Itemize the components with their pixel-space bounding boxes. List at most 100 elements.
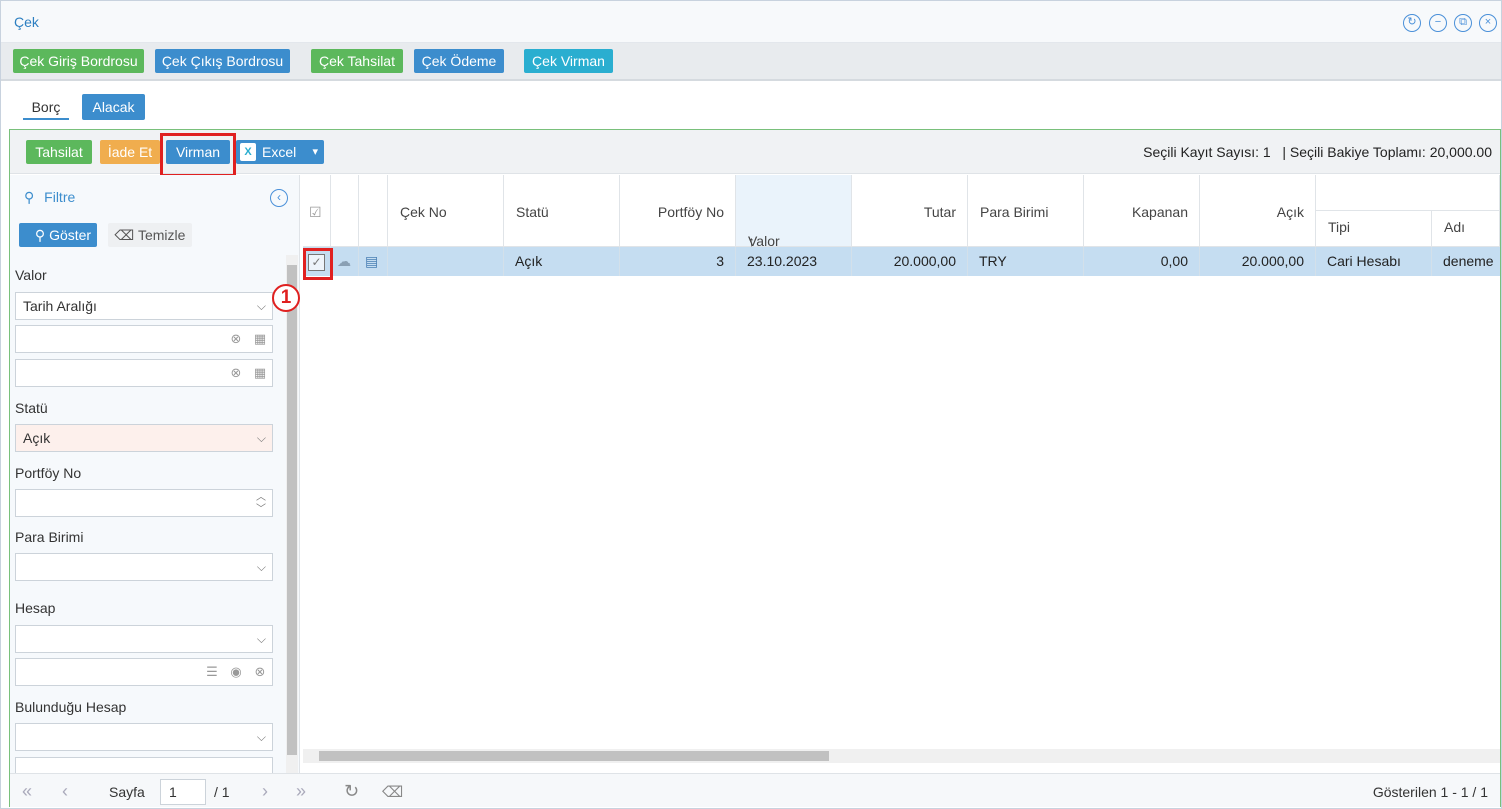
bulundugu-hesap-lookup[interactable] bbox=[15, 757, 273, 773]
cek-virman-button[interactable]: Çek Virman bbox=[524, 49, 613, 73]
close-icon[interactable]: × bbox=[1479, 14, 1497, 32]
excel-button[interactable]: X Excel ▾ bbox=[236, 140, 324, 164]
filter-scrollbar[interactable] bbox=[286, 255, 298, 773]
window-title: Çek bbox=[14, 14, 39, 30]
header-statu[interactable]: Statü bbox=[504, 175, 620, 247]
valor-end-date[interactable]: ⊗ ▦ bbox=[15, 359, 273, 387]
detail-col-header bbox=[359, 175, 388, 247]
title-bar: Çek ↻ − ⧉ × bbox=[1, 1, 1501, 43]
header-cek-no[interactable]: Çek No bbox=[388, 175, 504, 247]
valor-label: Valor bbox=[15, 267, 47, 283]
bulundugu-hesap-label: Bulunduğu Hesap bbox=[15, 699, 127, 715]
iade-et-button[interactable]: İade Et bbox=[100, 140, 160, 164]
cell-tutar: 20.000,00 bbox=[852, 247, 968, 276]
filter-title[interactable]: ⚲ Filtre bbox=[24, 189, 75, 206]
grid-horizontal-scrollbar[interactable] bbox=[303, 749, 1500, 763]
chevron-down-icon: ▾ bbox=[312, 146, 318, 158]
excel-label: Excel bbox=[262, 144, 297, 160]
refresh-icon[interactable]: ↻ bbox=[344, 781, 359, 802]
chevron-down-icon: ⌵ bbox=[256, 299, 266, 313]
header-group-hesap bbox=[1316, 175, 1500, 211]
prev-page-icon[interactable]: ‹ bbox=[62, 781, 68, 802]
cell-adi: deneme bbox=[1443, 253, 1494, 269]
highlight-box-virman bbox=[160, 133, 236, 177]
search-icon: ⚲ bbox=[34, 227, 46, 243]
calendar-icon[interactable]: ▦ bbox=[250, 363, 270, 383]
cek-cikis-bordrosu-button[interactable]: Çek Çıkış Bordrosu bbox=[155, 49, 290, 73]
header-portfoy-no[interactable]: Portföy No bbox=[620, 175, 736, 247]
select-all-header[interactable]: ☑ bbox=[303, 175, 331, 247]
header-tipi[interactable]: Tipi bbox=[1316, 211, 1432, 247]
header-para-birimi[interactable]: Para Birimi bbox=[968, 175, 1084, 247]
eye-icon[interactable]: ◉ bbox=[226, 662, 246, 682]
page-total: / 1 bbox=[214, 784, 230, 800]
cell-acik: 20.000,00 bbox=[1200, 247, 1316, 276]
statu-label: Statü bbox=[15, 400, 48, 416]
cek-tahsilat-button[interactable]: Çek Tahsilat bbox=[311, 49, 403, 73]
highlight-box-checkbox bbox=[303, 248, 333, 280]
page-number-input[interactable]: 1 bbox=[160, 779, 206, 805]
clear-icon[interactable]: ⊗ bbox=[226, 363, 246, 383]
para-birimi-label: Para Birimi bbox=[15, 529, 84, 545]
clear-icon[interactable]: ⊗ bbox=[226, 329, 246, 349]
portfoy-input[interactable]: ︿ ﹀ bbox=[15, 489, 273, 517]
hesap-label: Hesap bbox=[15, 600, 56, 616]
header-tutar[interactable]: Tutar bbox=[852, 175, 968, 247]
cell-portfoy-no: 3 bbox=[620, 247, 736, 276]
filter-panel: ⚲ Filtre ‹ ⚲ Göster ⌫ Temizle Valor Tari… bbox=[10, 175, 300, 773]
bulundugu-hesap-select[interactable]: ⌵ bbox=[15, 723, 273, 751]
refresh-icon[interactable]: ↻ bbox=[1403, 14, 1421, 32]
action-col-header bbox=[331, 175, 359, 247]
valor-start-date[interactable]: ⊗ ▦ bbox=[15, 325, 273, 353]
cek-giris-bordrosu-button[interactable]: Çek Giriş Bordrosu bbox=[13, 49, 144, 73]
statu-select[interactable]: Açık ⌵ bbox=[15, 424, 273, 452]
cell-tipi: Cari Hesabı bbox=[1316, 247, 1432, 276]
cek-odeme-button[interactable]: Çek Ödeme bbox=[414, 49, 504, 73]
chevron-down-icon: ⌵ bbox=[256, 560, 266, 574]
spinner-icon[interactable]: ︿ ﹀ bbox=[256, 492, 266, 516]
portfoy-label: Portföy No bbox=[15, 465, 82, 481]
tahsilat-button[interactable]: Tahsilat bbox=[26, 140, 92, 164]
header-kapanan[interactable]: Kapanan bbox=[1084, 175, 1200, 247]
first-page-icon[interactable]: « bbox=[22, 781, 32, 802]
temizle-button[interactable]: ⌫ Temizle bbox=[108, 223, 192, 247]
eraser-icon[interactable]: ⌫ bbox=[382, 783, 403, 801]
filter-scrollbar-thumb[interactable] bbox=[287, 265, 297, 755]
collapse-icon[interactable]: ‹ bbox=[270, 189, 288, 207]
header-acik[interactable]: Açık bbox=[1200, 175, 1316, 247]
page-label: Sayfa bbox=[109, 784, 145, 800]
hesap-select[interactable]: ⌵ bbox=[15, 625, 273, 653]
last-page-icon[interactable]: » bbox=[296, 781, 306, 802]
tab-alacak[interactable]: Alacak bbox=[82, 94, 145, 120]
restore-icon[interactable]: ⧉ bbox=[1454, 14, 1472, 32]
goster-button[interactable]: ⚲ Göster bbox=[19, 223, 97, 247]
eraser-icon: ⌫ bbox=[114, 227, 135, 243]
hesap-lookup[interactable]: ☰ ◉ ⊗ bbox=[15, 658, 273, 686]
selection-info: Seçili Kayıt Sayısı: 1 | Seçili Bakiye T… bbox=[1143, 144, 1492, 160]
content-panel: Tahsilat İade Et Virman X Excel ▾ Seçili… bbox=[9, 129, 1501, 807]
grid-scrollbar-thumb[interactable] bbox=[319, 751, 829, 761]
chevron-down-icon: ⌵ bbox=[256, 730, 266, 744]
chevron-down-icon: ⌵ bbox=[256, 632, 266, 646]
cell-cek-no bbox=[388, 247, 504, 276]
checkbox-icon[interactable]: ☑ bbox=[309, 204, 322, 221]
calendar-icon[interactable]: ▦ bbox=[250, 329, 270, 349]
header-valor[interactable]: Valor ↑ bbox=[736, 175, 852, 249]
cell-statu: Açık bbox=[504, 247, 620, 276]
valor-select[interactable]: Tarih Aralığı ⌵ bbox=[15, 292, 273, 320]
clear-icon[interactable]: ⊗ bbox=[250, 662, 270, 682]
table-row[interactable]: ✓ ☁ ▤ Açık 3 23.10.2023 20.000,00 TRY 0,… bbox=[303, 247, 1500, 276]
list-icon[interactable]: ☰ bbox=[202, 662, 222, 682]
detail-table-icon[interactable]: ▤ bbox=[359, 247, 388, 276]
pager: « ‹ Sayfa 1 / 1 › » ↻ ⌫ Gösterilen 1 - 1… bbox=[10, 773, 1500, 807]
cek-grid: ☑ Çek No Statü Portföy No Valor ↑ Tutar … bbox=[303, 175, 1500, 773]
cloud-download-icon[interactable]: ☁ bbox=[331, 247, 359, 276]
cek-window: Çek ↻ − ⧉ × Çek Giriş Bordrosu Çek Çıkış… bbox=[0, 0, 1502, 809]
header-adi[interactable]: Adı bbox=[1432, 211, 1500, 247]
search-icon: ⚲ bbox=[24, 189, 35, 205]
next-page-icon[interactable]: › bbox=[262, 781, 268, 802]
minimize-icon[interactable]: − bbox=[1429, 14, 1447, 32]
cell-kapanan: 0,00 bbox=[1084, 247, 1200, 276]
para-birimi-select[interactable]: ⌵ bbox=[15, 553, 273, 581]
tab-borc[interactable]: Borç bbox=[23, 94, 69, 120]
